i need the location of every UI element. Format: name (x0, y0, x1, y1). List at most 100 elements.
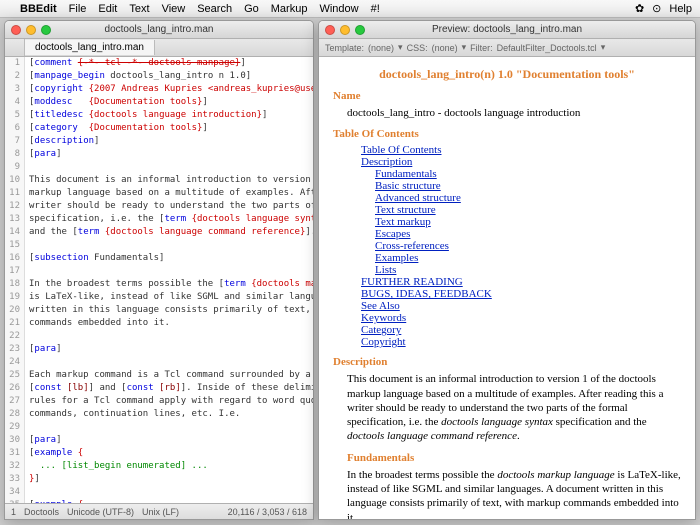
toc-link[interactable]: Escapes (375, 228, 410, 240)
document-tab[interactable]: doctools_lang_intro.man (25, 40, 155, 55)
status-icon[interactable]: ✿ (635, 2, 644, 15)
zoom-icon[interactable] (355, 25, 365, 35)
code-line[interactable]: 9 (5, 161, 313, 174)
toc-list: FURTHER READING BUGS, IDEAS, FEEDBACK Se… (361, 276, 681, 348)
code-line[interactable]: 28commands, continuation lines, etc. I.e… (5, 408, 313, 421)
name-text: doctools_lang_intro - doctools language … (347, 106, 681, 120)
editor-body[interactable]: 1[comment {-*- tcl -*- doctools manpage}… (5, 57, 313, 503)
menu-text[interactable]: Text (129, 3, 149, 15)
toc-link[interactable]: Text markup (375, 216, 431, 228)
editor-titlebar[interactable]: doctools_lang_intro.man (5, 21, 313, 39)
preview-body[interactable]: doctools_lang_intro(n) 1.0 "Documentatio… (319, 57, 695, 520)
code-line[interactable]: 23[para] (5, 343, 313, 356)
code-line[interactable]: 17 (5, 265, 313, 278)
status-lf[interactable]: Unix (LF) (142, 507, 179, 517)
code-line[interactable]: 29 (5, 421, 313, 434)
menu-view[interactable]: View (162, 3, 186, 15)
filterbar: Template: (none) ▾ CSS: (none) ▾ Filter:… (319, 39, 695, 57)
status-enc[interactable]: Unicode (UTF-8) (67, 507, 134, 517)
code-line[interactable]: 19is LaTeX-like, instead of like SGML an… (5, 291, 313, 304)
menu-edit[interactable]: Edit (98, 3, 117, 15)
app-menu[interactable]: BBEdit (20, 3, 57, 15)
doc-title: doctools_lang_intro(n) 1.0 "Documentatio… (333, 67, 681, 82)
toc-link[interactable]: Table Of Contents (361, 144, 442, 156)
code-line[interactable]: 18In the broadest terms possible the [te… (5, 278, 313, 291)
toc-link[interactable]: FURTHER READING (361, 276, 463, 288)
code-line[interactable]: 27rules for a Tcl command apply with reg… (5, 395, 313, 408)
statusbar: 1 Doctools Unicode (UTF-8) Unix (LF) 20,… (5, 503, 313, 519)
code-line[interactable]: 5[titledesc {doctools language introduct… (5, 109, 313, 122)
toc-link[interactable]: Fundamentals (375, 168, 437, 180)
code-line[interactable]: 31[example { (5, 447, 313, 460)
menu-help[interactable]: Help (669, 3, 692, 15)
code-line[interactable]: 30[para] (5, 434, 313, 447)
preview-titlebar[interactable]: Preview: doctools_lang_intro.man (319, 21, 695, 39)
code-line[interactable]: 32 ... [list_begin enumerated] ... (5, 460, 313, 473)
code-line[interactable]: 8[para] (5, 148, 313, 161)
heading-name: Name (333, 90, 681, 102)
heading-toc: Table Of Contents (333, 128, 681, 140)
code-line[interactable]: 3[copyright {2007 Andreas Kupries <andre… (5, 83, 313, 96)
toc-link[interactable]: Examples (375, 252, 418, 264)
code-line[interactable]: 1[comment {-*- tcl -*- doctools manpage}… (5, 57, 313, 70)
description-para: This document is an informal introductio… (347, 372, 681, 443)
menu-search[interactable]: Search (197, 3, 232, 15)
code-line[interactable]: 7[description] (5, 135, 313, 148)
code-line[interactable]: 15 (5, 239, 313, 252)
code-line[interactable]: 33}] (5, 473, 313, 486)
toc-link[interactable]: Advanced structure (375, 192, 461, 204)
toc-link[interactable]: Text structure (375, 204, 436, 216)
toc-sublist: Fundamentals Basic structure Advanced st… (375, 168, 681, 276)
toc-link[interactable]: Basic structure (375, 180, 441, 192)
desktop: doctools_lang_intro.man doctools_lang_in… (0, 18, 700, 525)
code-line[interactable]: 20written in this language consists prim… (5, 304, 313, 317)
code-line[interactable]: 6[category {Documentation tools}] (5, 122, 313, 135)
menubar: BBEdit File Edit Text View Search Go Mar… (0, 0, 700, 18)
menu-script[interactable]: #! (371, 3, 380, 15)
status-lang[interactable]: Doctools (24, 507, 59, 517)
code-line[interactable]: 34 (5, 486, 313, 499)
zoom-icon[interactable] (41, 25, 51, 35)
toc-link[interactable]: Description (361, 156, 412, 168)
code-line[interactable]: 14and the [term {doctools language comma… (5, 226, 313, 239)
status-mode: 1 (11, 507, 16, 517)
fundamentals-para-1: In the broadest terms possible the docto… (347, 468, 681, 520)
code-line[interactable]: 2[manpage_begin doctools_lang_intro n 1.… (5, 70, 313, 83)
code-line[interactable]: 25Each markup command is a Tcl command s… (5, 369, 313, 382)
toc-link[interactable]: Keywords (361, 312, 406, 324)
code-line[interactable]: 22 (5, 330, 313, 343)
css-label: CSS: (407, 43, 428, 53)
toc-link[interactable]: See Also (361, 300, 400, 312)
toc-link[interactable]: BUGS, IDEAS, FEEDBACK (361, 288, 492, 300)
status-icon-2[interactable]: ⊙ (652, 2, 661, 15)
window-title: doctools_lang_intro.man (105, 24, 214, 35)
menu-markup[interactable]: Markup (271, 3, 308, 15)
code-line[interactable]: 13specification, i.e. the [term {doctool… (5, 213, 313, 226)
minimize-icon[interactable] (340, 25, 350, 35)
code-line[interactable]: 21commands embedded into it. (5, 317, 313, 330)
toc-link[interactable]: Category (361, 324, 401, 336)
toc-link[interactable]: Lists (375, 264, 396, 276)
close-icon[interactable] (11, 25, 21, 35)
preview-window: Preview: doctools_lang_intro.man Templat… (318, 20, 696, 520)
template-select[interactable]: (none) (368, 43, 394, 53)
code-line[interactable]: 16[subsection Fundamentals] (5, 252, 313, 265)
menu-file[interactable]: File (69, 3, 87, 15)
css-select[interactable]: (none) (432, 43, 458, 53)
toc-link[interactable]: Copyright (361, 336, 406, 348)
code-line[interactable]: 10This document is an informal introduct… (5, 174, 313, 187)
code-line[interactable]: 26[const [lb]] and [const [rb]]. Inside … (5, 382, 313, 395)
code-line[interactable]: 24 (5, 356, 313, 369)
code-line[interactable]: 12writer should be ready to understand t… (5, 200, 313, 213)
minimize-icon[interactable] (26, 25, 36, 35)
traffic-lights (11, 25, 51, 35)
menu-go[interactable]: Go (244, 3, 259, 15)
code-line[interactable]: 11markup language based on a multitude o… (5, 187, 313, 200)
menu-window[interactable]: Window (319, 3, 358, 15)
filter-select[interactable]: DefaultFilter_Doctools.tcl (497, 43, 597, 53)
close-icon[interactable] (325, 25, 335, 35)
heading-fundamentals: Fundamentals (347, 452, 681, 464)
toc-list: Table Of Contents Description (361, 144, 681, 168)
toc-link[interactable]: Cross-references (375, 240, 449, 252)
code-line[interactable]: 4[moddesc {Documentation tools}] (5, 96, 313, 109)
